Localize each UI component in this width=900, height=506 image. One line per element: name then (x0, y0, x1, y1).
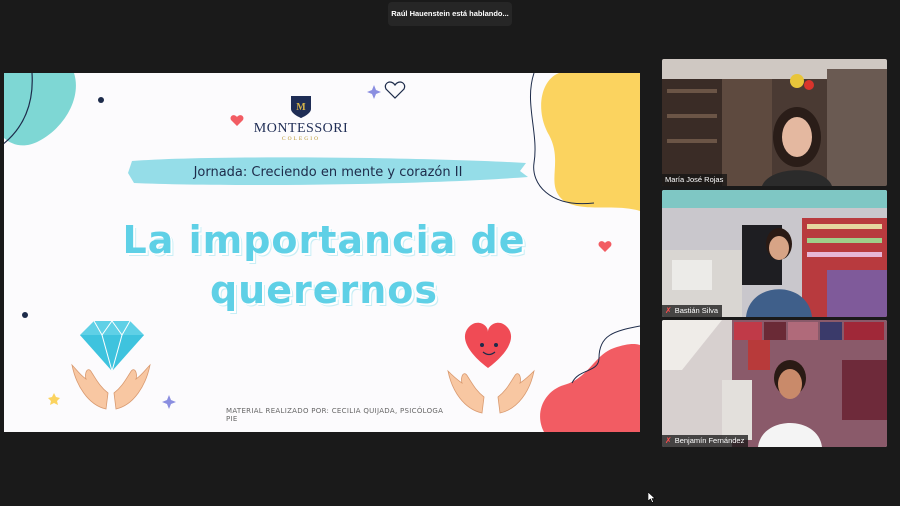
logo-brand-text: MONTESSORI (253, 121, 349, 136)
participant-name-tag: María José Rojas (662, 174, 728, 186)
microphone-off-icon: ✗ (665, 306, 672, 315)
participant-name: María José Rojas (665, 175, 724, 184)
school-logo: M MONTESSORI COLEGIO (236, 95, 366, 142)
participant-tile[interactable]: ✗ Benjamín Fernández (662, 320, 887, 447)
participant-name: Benjamín Fernández (674, 436, 745, 445)
event-banner: Jornada: Creciendo en mente y corazón II (128, 159, 528, 187)
participant-name-tag: ✗ Bastián Silva (662, 305, 723, 317)
slide-title: La importancia de querernos (64, 215, 584, 315)
participant-name: Bastián Silva (674, 306, 719, 315)
svg-text:M: M (296, 102, 306, 113)
mouse-pointer-icon (648, 492, 656, 503)
shield-logo-icon: M (291, 96, 311, 118)
speaking-indicator: Raúl Hauenstein está hablando... (388, 2, 512, 26)
slide-credit: MATERIAL REALIZADO POR: CECILIA QUIJADA,… (226, 407, 444, 423)
participant-video (662, 320, 887, 447)
participant-video (662, 59, 887, 186)
shared-screen-slide: M MONTESSORI COLEGIO Jornada: Creciendo … (4, 73, 640, 432)
title-line-2: querernos (209, 268, 439, 312)
participant-video (662, 190, 887, 317)
participant-name-tag: ✗ Benjamín Fernández (662, 435, 749, 447)
microphone-off-icon: ✗ (665, 436, 672, 445)
smiling-heart-icon (464, 322, 512, 368)
hands-right-icon (447, 369, 535, 414)
hands-left-icon (71, 363, 151, 410)
banner-text: Jornada: Creciendo en mente y corazón II (193, 165, 463, 180)
diamond-icon (80, 320, 144, 373)
title-line-1: La importancia de (122, 218, 526, 262)
participant-tile[interactable]: ✗ Bastián Silva (662, 190, 887, 317)
participant-tile[interactable]: María José Rojas (662, 59, 887, 186)
